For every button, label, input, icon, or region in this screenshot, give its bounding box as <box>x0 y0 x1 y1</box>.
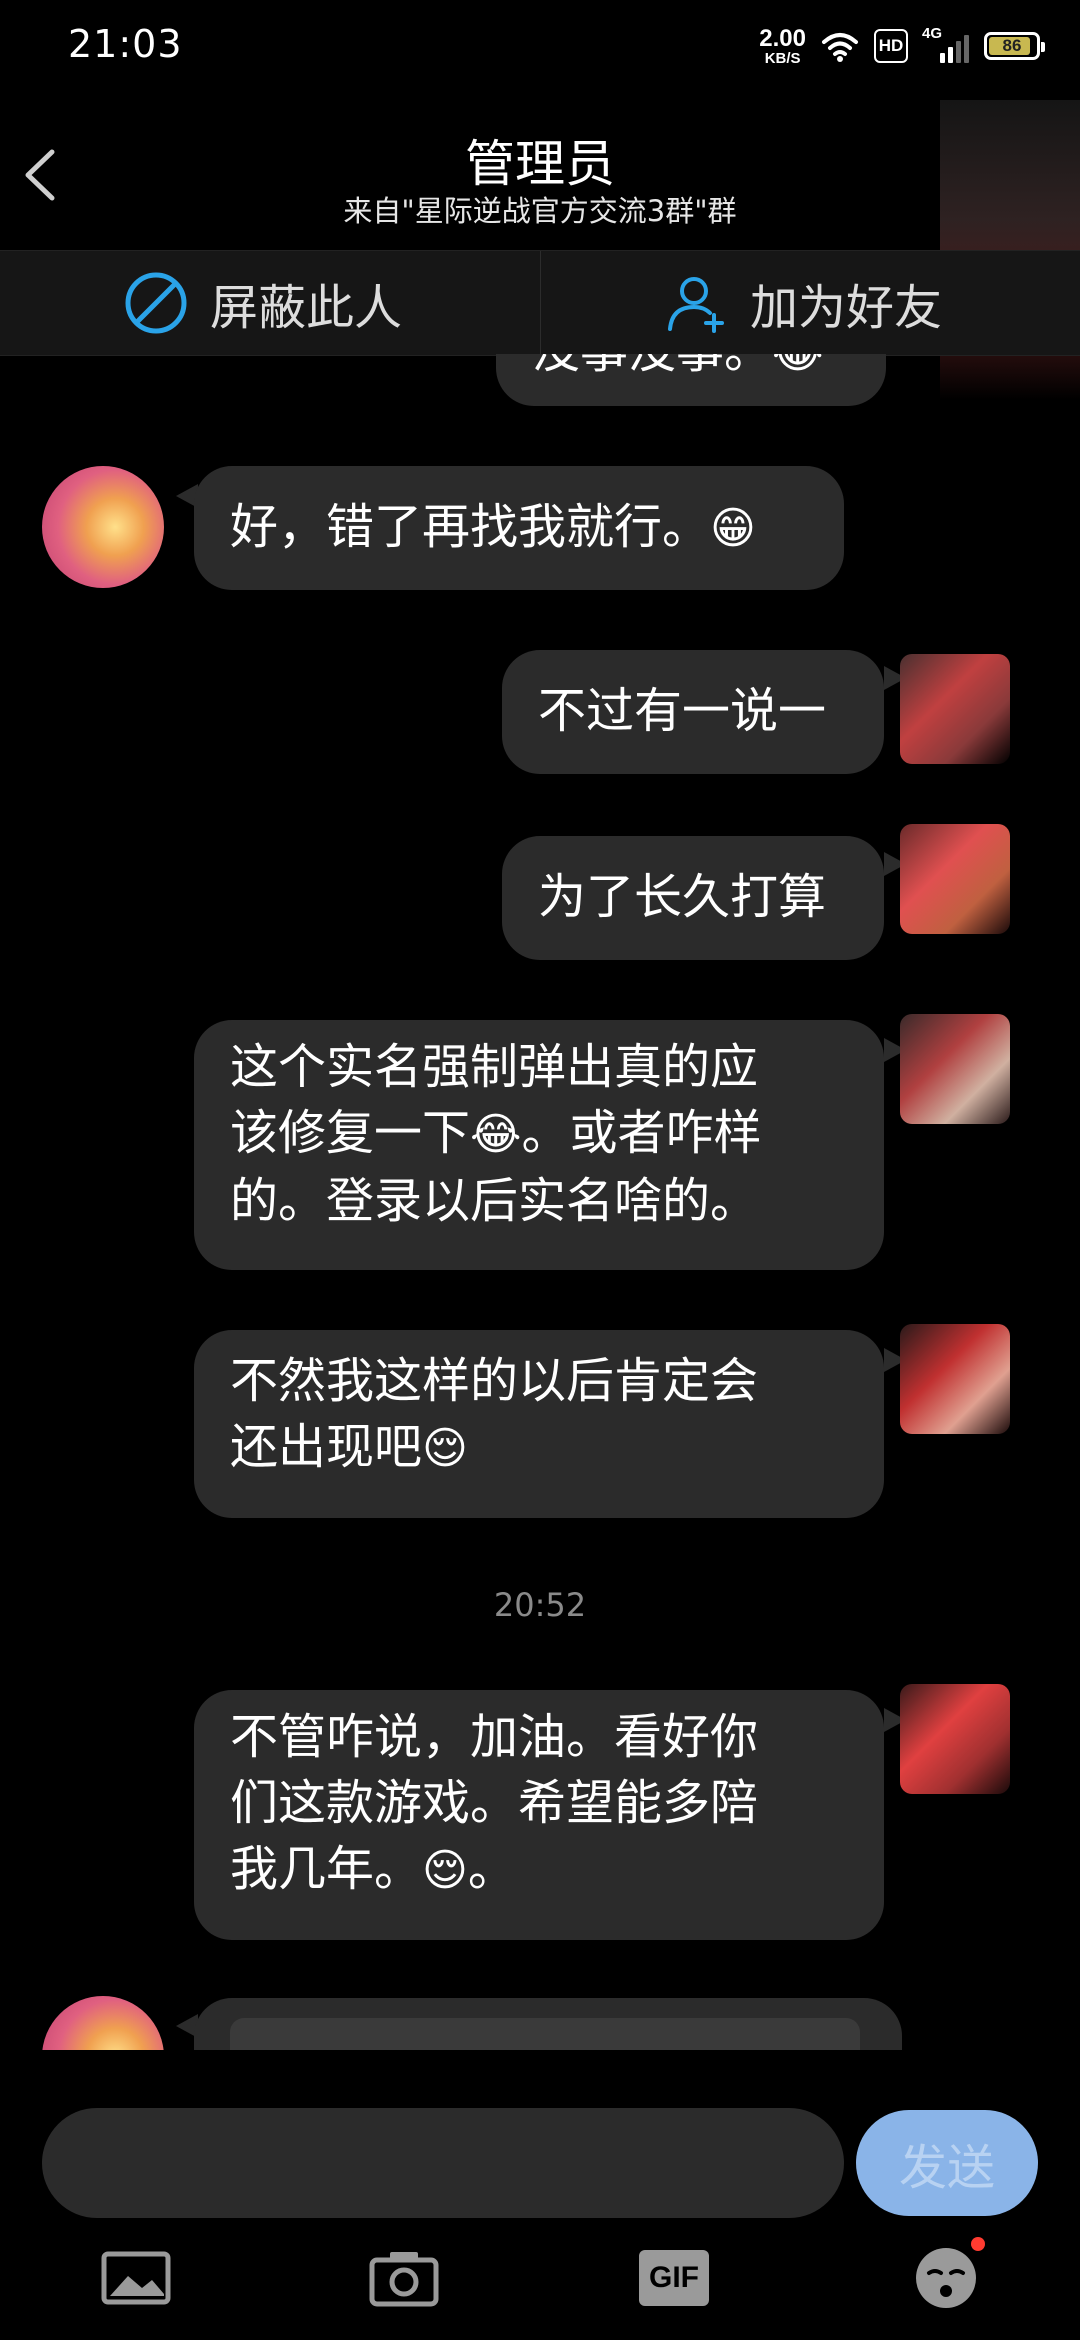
message-text: 好，错了再找我就行。 <box>230 499 711 555</box>
page-subtitle: 来自"星际逆战官方交流3群"群 <box>343 194 737 228</box>
camera-icon <box>369 2252 439 2307</box>
network-speed: 2.00 KB/S <box>759 24 806 67</box>
message-line: 。或者咋样 <box>521 1105 762 1161</box>
crying-laughing-emoji: 😂 <box>470 1109 522 1160</box>
message-text: 没事没事。 <box>532 354 772 379</box>
image-icon <box>101 2251 171 2305</box>
message-line: 我几年。 <box>230 1841 423 1897</box>
message-bubble[interactable]: 不然我这样的以后肯定会 还出现吧😌 <box>194 1330 884 1518</box>
message-line: 还出现吧 <box>230 1419 423 1475</box>
battery-level: 86 <box>1002 36 1022 55</box>
avatar[interactable] <box>42 466 164 588</box>
message-text: 不过有一说一 <box>538 683 827 739</box>
add-user-icon <box>668 277 724 333</box>
gif-label: GIF <box>649 2261 699 2294</box>
status-indicators: 2.00 KB/S HD 4G 86 <box>759 24 1045 68</box>
relieved-emoji: 😌 <box>422 1845 468 1896</box>
message-line: 们这款游戏。希望能多陪 <box>230 1775 759 1831</box>
message-bubble[interactable]: 没事没事。😂 <box>496 354 886 406</box>
gif-button[interactable]: GIF <box>634 2238 714 2318</box>
divider <box>540 251 541 355</box>
gif-icon: GIF <box>639 2250 709 2306</box>
sleepy-face-icon <box>916 2248 976 2308</box>
page-title: 管理员 <box>465 135 615 193</box>
block-user-button[interactable]: 屏蔽此人 <box>124 251 402 355</box>
send-button[interactable]: 发送 <box>856 2110 1038 2216</box>
avatar[interactable] <box>900 1324 1010 1434</box>
notification-dot <box>971 2237 985 2251</box>
signal-icon: 4G <box>922 25 970 63</box>
message-line: 不管咋说，加油。看好你 <box>230 1709 759 1765</box>
message-bubble[interactable] <box>194 1998 902 2050</box>
status-bar: 21:03 2.00 KB/S HD 4G 86 <box>0 0 1080 90</box>
message-text: 为了长久打算 <box>538 869 827 925</box>
avatar[interactable] <box>900 824 1010 934</box>
message-card <box>230 2018 860 2050</box>
wifi-icon <box>822 33 858 62</box>
add-friend-label: 加为好友 <box>750 280 943 336</box>
camera-button[interactable] <box>364 2238 444 2318</box>
message-list[interactable]: 没事没事。😂 好，错了再找我就行。😁 不过有一说一 为了长久打算 这个实名强制弹… <box>0 354 1080 2050</box>
status-time: 21:03 <box>68 22 183 66</box>
image-button[interactable] <box>96 2238 176 2318</box>
network-speed-value: 2.00 <box>759 24 806 52</box>
message-input[interactable] <box>42 2108 844 2218</box>
message-bubble[interactable]: 不管咋说，加油。看好你 们这款游戏。希望能多陪 我几年。😌。 <box>194 1690 884 1940</box>
message-bubble[interactable]: 这个实名强制弹出真的应 该修复一下😂。或者咋样 的。登录以后实名啥的。 <box>194 1020 884 1270</box>
avatar[interactable] <box>900 1014 1010 1124</box>
message-bubble[interactable]: 不过有一说一 <box>502 650 884 774</box>
message-line: 该修复一下 <box>230 1105 471 1161</box>
block-user-label: 屏蔽此人 <box>210 280 403 336</box>
network-type: 4G <box>922 25 943 42</box>
emoji-button[interactable] <box>906 2237 986 2318</box>
avatar[interactable] <box>42 1996 164 2050</box>
composer: 发送 GIF <box>0 2080 1080 2340</box>
message-line: 。 <box>467 1841 516 1897</box>
grinning-emoji: 😁 <box>710 503 756 554</box>
message-timestamp: 20:52 <box>493 1586 587 1624</box>
crying-laughing-emoji: 😂 <box>772 354 823 378</box>
message-bubble[interactable]: 为了长久打算 <box>502 836 884 960</box>
message-bubble[interactable]: 好，错了再找我就行。😁 <box>194 466 844 590</box>
title-bar: 管理员 来自"星际逆战官方交流3群"群 <box>0 110 1080 240</box>
message-line: 不然我这样的以后肯定会 <box>230 1353 759 1409</box>
battery-icon: 86 <box>984 32 1045 60</box>
network-speed-unit: KB/S <box>764 49 801 67</box>
relieved-emoji: 😌 <box>422 1423 468 1474</box>
add-friend-button[interactable]: 加为好友 <box>664 251 942 355</box>
action-bar: 屏蔽此人 加为好友 <box>0 250 1080 356</box>
hd-icon: HD <box>874 29 908 63</box>
block-icon <box>125 272 187 334</box>
message-line: 这个实名强制弹出真的应 <box>230 1039 759 1095</box>
avatar[interactable] <box>900 1684 1010 1794</box>
message-line: 的。登录以后实名啥的。 <box>230 1173 759 1229</box>
avatar[interactable] <box>900 654 1010 764</box>
